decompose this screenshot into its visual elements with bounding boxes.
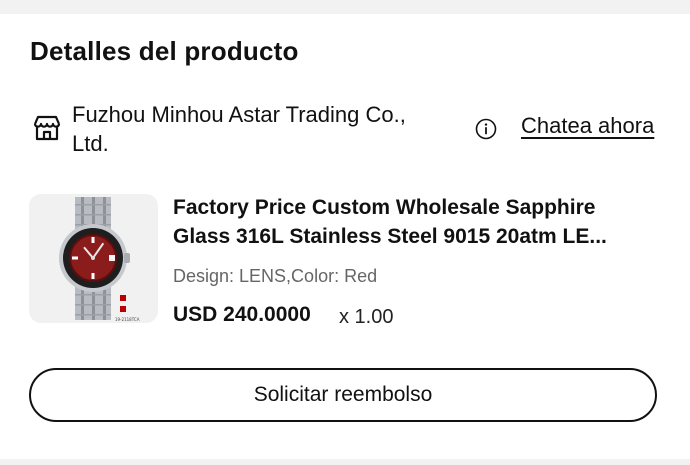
product-quantity: x 1.00 <box>339 306 394 328</box>
seller-name-line2: Ltd. <box>72 131 109 156</box>
seller-name-line1: Fuzhou Minhou Astar Trading Co., <box>72 102 406 127</box>
product-details-card: Detalles del producto Fuzhou Minhou Asta… <box>0 14 690 459</box>
image-caption: 19-2118TCA <box>115 317 140 322</box>
chat-now-link[interactable]: Chatea ahora <box>521 113 654 139</box>
product-price: USD 240.0000 <box>173 303 311 326</box>
watch-image: 19-2118TCA <box>59 197 140 322</box>
product-variant: Design: LENS,Color: Red <box>173 266 378 286</box>
info-icon[interactable] <box>475 118 497 140</box>
product-title[interactable]: Factory Price Custom Wholesale Sapphire … <box>173 193 658 251</box>
store-icon <box>33 115 61 141</box>
product-title-line1: Factory Price Custom Wholesale Sapphire <box>173 196 596 219</box>
product-image[interactable]: 19-2118TCA <box>29 194 158 323</box>
seller-name: Fuzhou Minhou Astar Trading Co., Ltd. <box>72 100 452 158</box>
product-title-line2: Glass 316L Stainless Steel 9015 20atm LE… <box>173 225 607 248</box>
request-refund-button[interactable]: Solicitar reembolso <box>29 368 657 422</box>
section-title: Detalles del producto <box>30 36 299 66</box>
